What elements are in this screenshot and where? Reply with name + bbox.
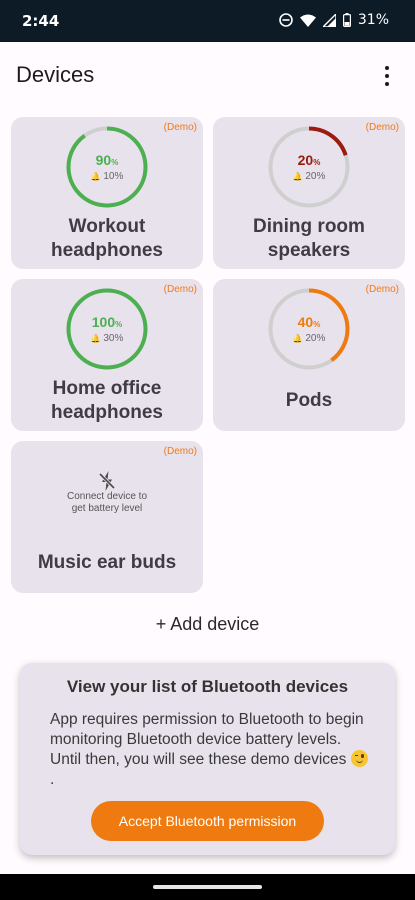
device-name: Pods xyxy=(285,390,333,411)
status-bar: 2:44 31% xyxy=(0,0,415,42)
alert-threshold: 🔔 20% xyxy=(292,171,326,182)
navigation-bar xyxy=(0,874,415,900)
alert-threshold: 🔔 20% xyxy=(292,333,326,344)
accept-bluetooth-permission-button[interactable]: Accept Bluetooth permission xyxy=(91,801,324,841)
bell-icon: 🔔 xyxy=(90,172,101,181)
permission-body: App requires permission to Bluetooth to … xyxy=(50,710,370,790)
battery-level: 100% xyxy=(91,314,123,330)
battery-level: 40% xyxy=(297,314,321,330)
signal-icon xyxy=(322,13,336,27)
bell-icon: 🔔 xyxy=(292,334,303,343)
status-icons: 31% xyxy=(279,12,389,28)
battery-level: 90% xyxy=(95,152,119,168)
device-card-music-ear-buds[interactable]: (Demo) Connect device to get battery lev… xyxy=(11,441,203,593)
bell-icon: 🔔 xyxy=(90,334,101,343)
permission-title: View your list of Bluetooth devices xyxy=(66,677,349,696)
demo-tag: (Demo) xyxy=(163,446,197,457)
bluetooth-disabled-icon xyxy=(98,471,116,491)
home-gesture-handle[interactable] xyxy=(153,885,262,889)
device-card-pods[interactable]: (Demo) 40% 🔔 20% Pods xyxy=(213,279,405,431)
device-name: Music ear buds xyxy=(37,552,177,573)
demo-tag: (Demo) xyxy=(365,284,399,295)
bluetooth-permission-card: View your list of Bluetooth devices App … xyxy=(20,663,395,855)
alert-threshold: 🔔 30% xyxy=(90,333,124,344)
connect-hint: Connect device to get battery level xyxy=(66,491,148,514)
do-not-disturb-icon xyxy=(279,13,293,27)
app-bar: Devices xyxy=(0,42,415,108)
demo-tag: (Demo) xyxy=(365,122,399,133)
device-card-home-office-headphones[interactable]: (Demo) 100% 🔔 30% Home office headphones xyxy=(11,279,203,431)
battery-ring: 100% 🔔 30% xyxy=(65,287,149,371)
battery-ring: 40% 🔔 20% xyxy=(267,287,351,371)
winking-face-icon xyxy=(350,750,368,767)
device-card-dining-room-speakers[interactable]: (Demo) 20% 🔔 20% Dining room speakers xyxy=(213,117,405,269)
battery-percent: 31% xyxy=(357,12,389,28)
device-name: Workout headphones xyxy=(51,216,163,261)
wifi-icon xyxy=(299,14,316,27)
device-name: Dining room speakers xyxy=(253,216,365,261)
page-title: Devices xyxy=(16,62,95,87)
battery-icon xyxy=(342,13,351,27)
more-options-button[interactable] xyxy=(377,64,397,88)
demo-tag: (Demo) xyxy=(163,284,197,295)
device-card-workout-headphones[interactable]: (Demo) 90% 🔔 10% Workout headphones xyxy=(11,117,203,269)
bell-icon: 🔔 xyxy=(292,172,303,181)
demo-tag: (Demo) xyxy=(163,122,197,133)
add-device-button[interactable]: + Add device xyxy=(0,614,415,635)
status-time: 2:44 xyxy=(22,12,60,30)
alert-threshold: 🔔 10% xyxy=(90,171,124,182)
battery-ring: 20% 🔔 20% xyxy=(267,125,351,209)
device-name: Home office headphones xyxy=(51,378,163,423)
battery-level: 20% xyxy=(297,152,321,168)
battery-ring: 90% 🔔 10% xyxy=(65,125,149,209)
more-vert-icon xyxy=(385,66,389,70)
